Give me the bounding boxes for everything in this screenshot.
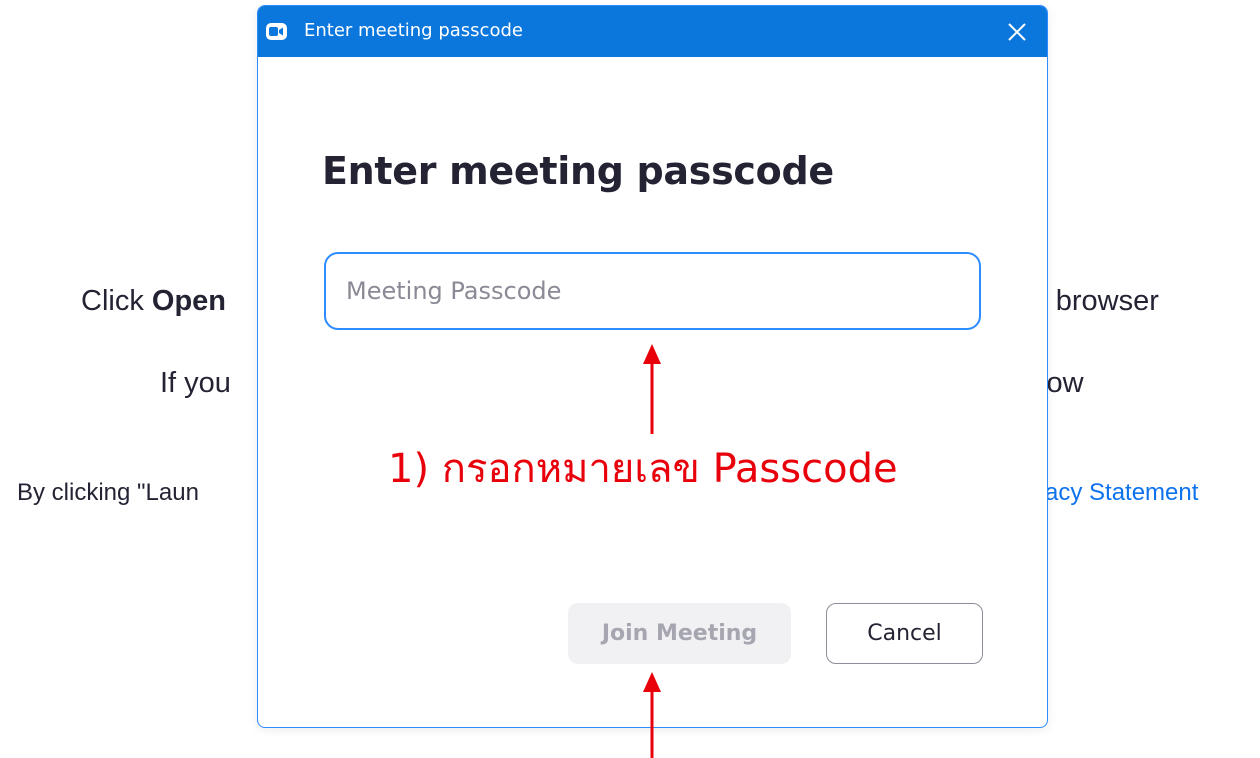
privacy-statement-link[interactable]: acy Statement (1045, 479, 1198, 507)
dialog-heading: Enter meeting passcode (322, 149, 834, 193)
annotation-step-1-label: 1) กรอกหมายเลข Passcode (388, 446, 898, 492)
background-instruction-line-1: Click Open (81, 285, 227, 317)
background-terms-text: By clicking "Laun (17, 479, 199, 506)
passcode-dialog: Enter meeting passcode Enter meeting pas… (257, 5, 1048, 728)
background-instruction-line-1-end: r browser (1038, 285, 1159, 317)
dialog-window-title: Enter meeting passcode (304, 20, 523, 41)
dialog-titlebar: Enter meeting passcode (258, 6, 1047, 57)
zoom-camera-icon (266, 23, 287, 40)
page: Click Open r browser If you low By click… (0, 0, 1260, 758)
meeting-passcode-input[interactable] (324, 252, 981, 330)
cancel-button[interactable]: Cancel (826, 603, 983, 664)
join-meeting-button[interactable]: Join Meeting (568, 603, 791, 664)
background-instruction-line-2: If you (160, 367, 231, 399)
close-icon[interactable] (1005, 20, 1029, 44)
